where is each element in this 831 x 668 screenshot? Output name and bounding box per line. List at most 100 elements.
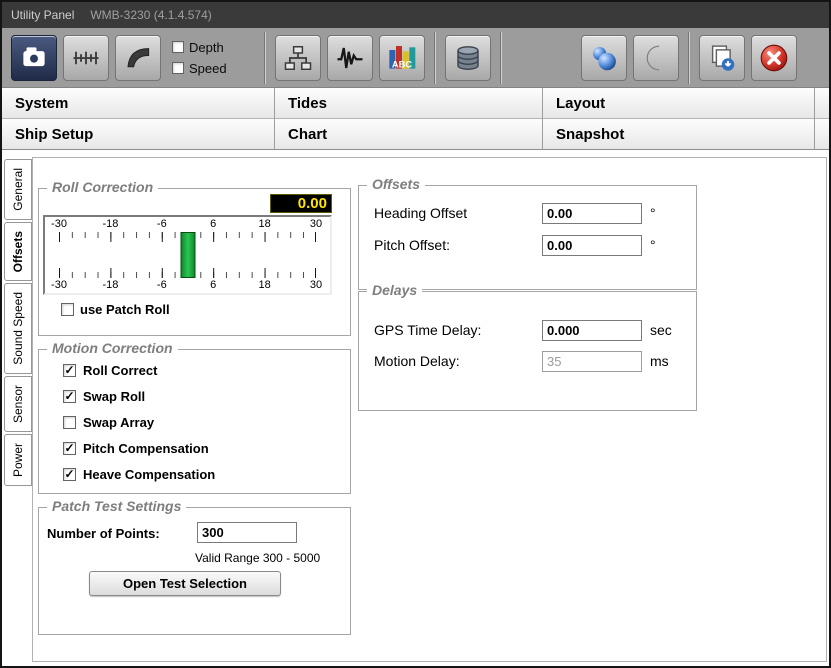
tick-label: 18 xyxy=(258,218,270,230)
motion-correction-group: Motion Correction Roll Correct Swap Roll… xyxy=(38,349,351,494)
tab-offsets[interactable]: Offsets xyxy=(4,222,32,281)
swap-array-row[interactable]: Swap Array xyxy=(63,414,215,430)
tick-label: -30 xyxy=(51,279,67,291)
window-version: WMB-3230 (4.1.4.574) xyxy=(90,8,211,22)
color-legend-button[interactable]: ABC xyxy=(379,35,425,81)
speed-checkbox-label[interactable]: Speed xyxy=(189,61,227,76)
toolbar-separator xyxy=(500,32,502,84)
tab-general[interactable]: General xyxy=(4,159,32,220)
tick-label: 6 xyxy=(210,218,216,230)
tick-label: -6 xyxy=(157,218,167,230)
swap-array-checkbox[interactable] xyxy=(63,416,76,429)
profile-view-button[interactable] xyxy=(63,35,109,81)
heave-compensation-label[interactable]: Heave Compensation xyxy=(83,467,215,482)
tick-label: -18 xyxy=(102,218,118,230)
heave-compensation-checkbox[interactable] xyxy=(63,468,76,481)
color-legend-label: ABC xyxy=(392,59,412,69)
menu-layout[interactable]: Layout xyxy=(543,88,815,119)
side-tab-strip: General Offsets Sound Speed Sensor Power xyxy=(4,159,32,486)
sonar-view-icon xyxy=(19,43,49,73)
open-test-selection-button[interactable]: Open Test Selection xyxy=(89,571,281,596)
motion-delay-row: Motion Delay: ms xyxy=(374,350,688,372)
tick-label: -30 xyxy=(51,218,67,230)
roll-correction-title: Roll Correction xyxy=(47,179,158,195)
patch-test-group: Patch Test Settings Number of Points: Va… xyxy=(38,507,351,635)
use-patch-roll-row[interactable]: use Patch Roll xyxy=(61,302,170,317)
speed-checkbox[interactable] xyxy=(172,62,184,74)
heave-compensation-row[interactable]: Heave Compensation xyxy=(63,466,215,482)
gauge-bottom-labels: -30 -18 -6 6 18 30 xyxy=(59,279,316,292)
menu-snapshot[interactable]: Snapshot xyxy=(543,119,815,150)
menu-ship-setup[interactable]: Ship Setup xyxy=(2,119,275,150)
menu-filler xyxy=(815,88,829,119)
swap-roll-label[interactable]: Swap Roll xyxy=(83,389,145,404)
depth-checkbox-label[interactable]: Depth xyxy=(189,40,224,55)
depth-checkbox-row[interactable]: Depth xyxy=(172,40,246,55)
pitch-offset-input[interactable] xyxy=(542,235,642,256)
heading-offset-input[interactable] xyxy=(542,203,642,224)
transducer-horn-icon xyxy=(123,43,153,73)
roll-correct-label[interactable]: Roll Correct xyxy=(83,363,157,378)
tick-label: -6 xyxy=(157,279,167,291)
roll-value-display: 0.00 xyxy=(270,194,332,213)
transducer-button[interactable] xyxy=(115,35,161,81)
use-patch-roll-checkbox[interactable] xyxy=(61,303,74,316)
offsets-page: Roll Correction 0.00 -30 -18 -6 6 18 30 … xyxy=(32,157,827,662)
swap-roll-checkbox[interactable] xyxy=(63,390,76,403)
heading-offset-row: Heading Offset ° xyxy=(374,202,688,224)
motion-correction-title: Motion Correction xyxy=(47,340,178,356)
swap-array-label[interactable]: Swap Array xyxy=(83,415,154,430)
speed-checkbox-row[interactable]: Speed xyxy=(172,61,246,76)
motion-delay-input xyxy=(542,351,642,372)
database-button[interactable] xyxy=(445,35,491,81)
gps-time-delay-unit: sec xyxy=(650,322,672,338)
roll-gauge: -30 -18 -6 6 18 30 -30 -18 -6 6 18 xyxy=(43,215,332,295)
tab-sensor[interactable]: Sensor xyxy=(4,376,32,432)
motion-delay-label: Motion Delay: xyxy=(374,353,542,369)
waveform-icon xyxy=(335,43,365,73)
roll-correct-row[interactable]: Roll Correct xyxy=(63,362,215,378)
motion-delay-unit: ms xyxy=(650,353,669,369)
menu-filler xyxy=(815,119,829,150)
roll-indicator-bar xyxy=(180,232,195,278)
delays-title: Delays xyxy=(367,282,422,298)
gps-time-delay-row: GPS Time Delay: sec xyxy=(374,319,688,341)
tick-label: 30 xyxy=(310,279,322,291)
pitch-compensation-row[interactable]: Pitch Compensation xyxy=(63,440,215,456)
color-legend-icon: ABC xyxy=(386,42,418,74)
pitch-offset-unit: ° xyxy=(650,237,656,253)
sonar-view-button[interactable] xyxy=(11,35,57,81)
export-button[interactable] xyxy=(699,35,745,81)
gauge-top-labels: -30 -18 -6 6 18 30 xyxy=(59,218,316,231)
title-bar[interactable]: Utility Panel WMB-3230 (4.1.4.574) xyxy=(2,2,829,28)
tab-power[interactable]: Power xyxy=(4,434,32,486)
number-of-points-label: Number of Points: xyxy=(47,526,160,541)
menu-system[interactable]: System xyxy=(2,88,275,119)
pitch-compensation-checkbox[interactable] xyxy=(63,442,76,455)
depth-checkbox[interactable] xyxy=(172,41,184,53)
gps-time-delay-label: GPS Time Delay: xyxy=(374,322,542,338)
signal-view-button[interactable] xyxy=(327,35,373,81)
offsets-title: Offsets xyxy=(367,176,425,192)
pitch-compensation-label[interactable]: Pitch Compensation xyxy=(83,441,209,456)
network-config-button[interactable] xyxy=(275,35,321,81)
day-mode-button[interactable] xyxy=(581,35,627,81)
moon-icon xyxy=(641,43,671,73)
network-icon xyxy=(283,43,313,73)
window-title: Utility Panel xyxy=(11,8,74,22)
number-of-points-input[interactable] xyxy=(197,522,297,543)
swap-roll-row[interactable]: Swap Roll xyxy=(63,388,215,404)
toolbar: Depth Speed xyxy=(2,28,829,88)
menu-grid: System Tides Layout Ship Setup Chart Sna… xyxy=(2,88,829,150)
export-copy-icon xyxy=(707,43,737,73)
heading-offset-label: Heading Offset xyxy=(374,205,542,221)
roll-correct-checkbox[interactable] xyxy=(63,364,76,377)
night-mode-button[interactable] xyxy=(633,35,679,81)
gps-time-delay-input[interactable] xyxy=(542,320,642,341)
roll-correction-group: Roll Correction 0.00 -30 -18 -6 6 18 30 … xyxy=(38,188,351,336)
tab-sound-speed[interactable]: Sound Speed xyxy=(4,283,32,374)
menu-tides[interactable]: Tides xyxy=(275,88,543,119)
menu-chart[interactable]: Chart xyxy=(275,119,543,150)
exit-button[interactable] xyxy=(751,35,797,81)
use-patch-roll-label[interactable]: use Patch Roll xyxy=(80,302,170,317)
